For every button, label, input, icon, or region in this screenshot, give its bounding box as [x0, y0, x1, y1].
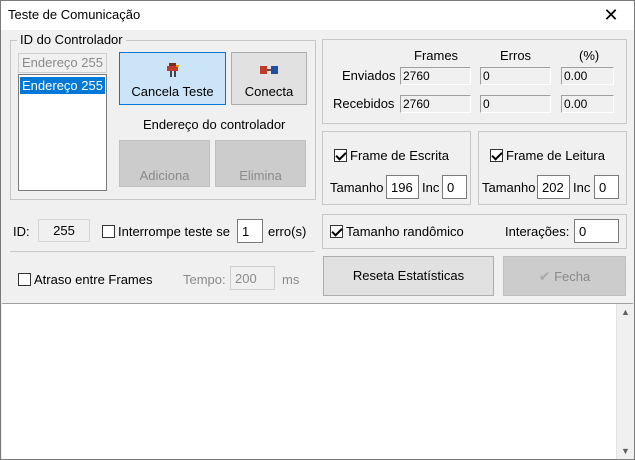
- frames-header: Frames: [414, 48, 459, 63]
- write-inc-input[interactable]: 0: [442, 175, 467, 199]
- random-size-checkbox[interactable]: [330, 225, 343, 238]
- read-size-input[interactable]: 202: [537, 175, 570, 199]
- connect-icon: [259, 63, 279, 77]
- iterations-input[interactable]: 0: [574, 219, 619, 243]
- read-inc-label: Inc: [573, 180, 591, 195]
- random-size-label: Tamanho randômico: [346, 224, 464, 239]
- sent-errors-value: 0: [480, 67, 551, 85]
- write-inc-label: Inc: [422, 180, 440, 195]
- read-size-label: Tamanho: [482, 180, 536, 195]
- controller-list-item[interactable]: Endereço 255: [20, 77, 105, 94]
- controller-search-input[interactable]: Endereço 255: [18, 53, 107, 73]
- frame-delay-label: Atraso entre Frames: [34, 272, 153, 287]
- errors-suffix-label: erro(s): [268, 224, 307, 239]
- write-frame-label: Frame de Escrita: [350, 148, 449, 163]
- checkmark-icon: ✔: [538, 268, 551, 284]
- add-button[interactable]: Adiciona: [119, 140, 210, 187]
- divider: [10, 251, 315, 252]
- received-errors-value: 0: [480, 95, 551, 113]
- communication-test-window: Teste de Comunicação ✕ ID do Controlador…: [0, 0, 635, 460]
- frame-delay-checkbox[interactable]: [18, 273, 31, 286]
- controller-listbox[interactable]: Endereço 255: [18, 74, 107, 191]
- sent-frames-value: 2760: [400, 67, 471, 85]
- controller-group-label: ID do Controlador: [17, 32, 126, 47]
- received-label: Recebidos: [333, 96, 395, 111]
- sent-percent-value: 0.00: [561, 67, 614, 85]
- iterations-label: Interações:: [505, 224, 570, 239]
- log-scrollbar[interactable]: ▲ ▼: [616, 304, 633, 459]
- error-count-input[interactable]: 1: [237, 219, 263, 243]
- write-size-input[interactable]: 196: [386, 175, 419, 199]
- cancel-test-label: Cancela Teste: [131, 84, 214, 99]
- cancel-test-button[interactable]: Cancela Teste: [119, 52, 226, 105]
- window-title: Teste de Comunicação: [8, 7, 141, 22]
- scroll-up-icon[interactable]: ▲: [621, 307, 630, 317]
- remove-button[interactable]: Elimina: [215, 140, 306, 187]
- scroll-down-icon[interactable]: ▼: [621, 446, 630, 456]
- write-size-label: Tamanho: [330, 180, 384, 195]
- title-bar: Teste de Comunicação ✕: [1, 1, 634, 30]
- read-frame-label: Frame de Leitura: [506, 148, 605, 163]
- delay-time-input[interactable]: 200: [230, 266, 275, 290]
- reset-statistics-button[interactable]: Reseta Estatísticas: [323, 256, 494, 296]
- close-button-label: Fecha: [554, 269, 591, 284]
- sent-label: Enviados: [342, 68, 396, 83]
- errors-header: Erros: [500, 48, 532, 63]
- delay-unit-label: ms: [282, 272, 300, 287]
- close-window-button[interactable]: ✕: [588, 1, 634, 30]
- close-button[interactable]: ✔ Fecha: [503, 256, 626, 296]
- controller-address-label: Endereço do controlador: [143, 117, 286, 132]
- percent-header: (%): [579, 48, 600, 63]
- connect-label: Conecta: [244, 84, 294, 99]
- received-percent-value: 0.00: [561, 95, 614, 113]
- read-inc-input[interactable]: 0: [594, 175, 619, 199]
- interrupt-test-label: Interrompe teste se: [118, 224, 230, 239]
- stop-test-icon: [164, 62, 182, 78]
- received-frames-value: 2760: [400, 95, 471, 113]
- log-textarea[interactable]: ▲ ▼: [2, 303, 633, 459]
- id-value: 255: [38, 219, 90, 242]
- id-label: ID:: [13, 224, 30, 239]
- interrupt-test-checkbox[interactable]: [102, 225, 115, 238]
- connect-button[interactable]: Conecta: [231, 52, 307, 105]
- read-frame-checkbox[interactable]: [490, 149, 503, 162]
- delay-time-label: Tempo:: [183, 272, 226, 287]
- write-frame-checkbox[interactable]: [334, 149, 347, 162]
